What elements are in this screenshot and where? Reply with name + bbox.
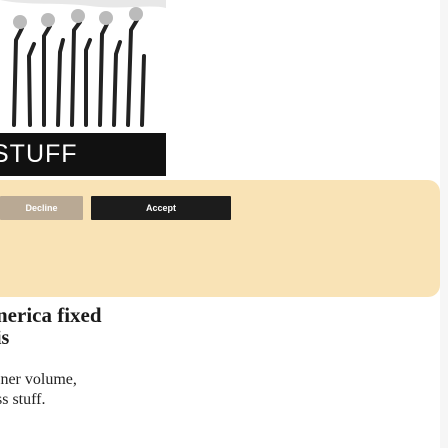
decline-button[interactable]: Decline: [0, 196, 83, 220]
article-headline-line2[interactable]: is: [0, 327, 9, 349]
excerpt-line-1: iner volume,: [0, 371, 77, 388]
site-logo[interactable]: STUFF: [0, 0, 166, 176]
logo-illustration: [0, 0, 166, 136]
article-headline[interactable]: nerica fixed: [0, 304, 436, 326]
logo-wordmark: STUFF: [0, 133, 166, 176]
cookie-consent-banner: Decline Accept: [0, 180, 440, 297]
accept-button[interactable]: Accept: [91, 196, 231, 220]
page-gutter: [440, 0, 448, 448]
article-excerpt: iner volume, ss stuff.: [0, 370, 77, 410]
logo-crowd-icon: [0, 0, 166, 136]
excerpt-line-2: ss stuff.: [0, 391, 46, 408]
